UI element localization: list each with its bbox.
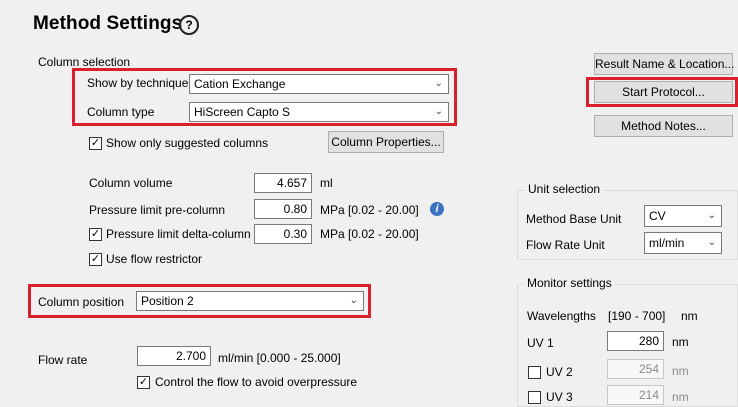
unit-selection-label: Unit selection xyxy=(525,182,604,196)
column-volume-field[interactable]: 4.657 xyxy=(254,173,312,193)
base-unit-value: CV xyxy=(649,209,666,223)
column-selection-label: Column selection xyxy=(38,55,131,69)
page-title: Method Settings xyxy=(33,13,183,34)
pressure-delta-field[interactable]: 0.30 xyxy=(254,224,312,244)
check-icon: ✓ xyxy=(138,376,149,388)
uv3-checkbox[interactable] xyxy=(528,391,541,404)
show-suggested-label: Show only suggested columns xyxy=(106,136,269,150)
column-type-label: Column type xyxy=(87,105,155,119)
technique-dropdown[interactable]: Cation Exchange ⌄ xyxy=(189,74,449,94)
uv1-unit: nm xyxy=(672,335,689,349)
pressure-delta-label: Pressure limit delta-column xyxy=(106,227,251,241)
chevron-down-icon: ⌄ xyxy=(707,237,716,248)
flow-rate-label: Flow rate xyxy=(38,353,88,367)
column-volume-label: Column volume xyxy=(89,176,173,190)
wavelengths-range: [190 - 700] xyxy=(608,309,666,323)
flow-restrictor-label: Use flow restrictor xyxy=(106,252,203,266)
chevron-down-icon: ⌄ xyxy=(434,106,443,117)
flow-rate-unit: ml/min [0.000 - 25.000] xyxy=(218,351,341,365)
help-icon[interactable]: ? xyxy=(179,15,199,35)
uv2-checkbox[interactable] xyxy=(528,366,541,379)
check-icon: ✓ xyxy=(90,137,101,149)
method-notes-button[interactable]: Method Notes... xyxy=(594,115,733,137)
flow-restrictor-checkbox[interactable]: ✓ xyxy=(89,253,102,266)
column-type-dropdown[interactable]: HiScreen Capto S ⌄ xyxy=(189,102,449,122)
flow-unit-dropdown[interactable]: ml/min ⌄ xyxy=(644,232,722,254)
uv1-field[interactable]: 280 xyxy=(607,331,664,351)
column-properties-button[interactable]: Column Properties... xyxy=(328,131,444,153)
pressure-delta-checkbox[interactable]: ✓ xyxy=(89,228,102,241)
technique-label: Show by technique xyxy=(87,76,189,90)
start-protocol-button[interactable]: Start Protocol... xyxy=(594,81,733,103)
uv3-unit: nm xyxy=(672,390,689,404)
flow-unit-label: Flow Rate Unit xyxy=(526,238,605,252)
column-type-value: HiScreen Capto S xyxy=(194,105,291,119)
info-icon[interactable]: i xyxy=(430,202,444,216)
flow-rate-field[interactable]: 2.700 xyxy=(137,346,211,366)
column-position-label: Column position xyxy=(38,295,125,309)
uv2-field[interactable]: 254 xyxy=(607,359,664,379)
chevron-down-icon: ⌄ xyxy=(349,295,358,306)
chevron-down-icon: ⌄ xyxy=(707,210,716,221)
wavelengths-label: Wavelengths xyxy=(527,309,596,323)
wavelengths-unit: nm xyxy=(681,309,698,323)
technique-value: Cation Exchange xyxy=(194,77,286,91)
monitor-settings-label: Monitor settings xyxy=(524,276,615,290)
uv2-unit: nm xyxy=(672,364,689,378)
uv1-label: UV 1 xyxy=(527,336,554,350)
control-flow-checkbox[interactable]: ✓ xyxy=(137,376,150,389)
uv2-label: UV 2 xyxy=(546,365,573,379)
pressure-pre-label: Pressure limit pre-column xyxy=(89,203,226,217)
pressure-delta-unit: MPa [0.02 - 20.00] xyxy=(320,227,419,241)
pressure-pre-field[interactable]: 0.80 xyxy=(254,199,312,219)
control-flow-label: Control the flow to avoid overpressure xyxy=(155,375,358,389)
uv3-field[interactable]: 214 xyxy=(607,385,664,405)
column-position-dropdown[interactable]: Position 2 ⌄ xyxy=(136,291,364,311)
uv3-label: UV 3 xyxy=(546,390,573,404)
base-unit-dropdown[interactable]: CV ⌄ xyxy=(644,205,722,227)
show-suggested-checkbox[interactable]: ✓ xyxy=(89,137,102,150)
column-volume-unit: ml xyxy=(320,176,333,190)
base-unit-label: Method Base Unit xyxy=(526,212,622,226)
check-icon: ✓ xyxy=(90,253,101,265)
pressure-pre-unit: MPa [0.02 - 20.00] xyxy=(320,203,419,217)
flow-unit-value: ml/min xyxy=(649,236,685,250)
result-name-button[interactable]: Result Name & Location... xyxy=(594,53,734,75)
chevron-down-icon: ⌄ xyxy=(434,78,443,89)
column-position-value: Position 2 xyxy=(141,294,194,308)
check-icon: ✓ xyxy=(90,228,101,240)
